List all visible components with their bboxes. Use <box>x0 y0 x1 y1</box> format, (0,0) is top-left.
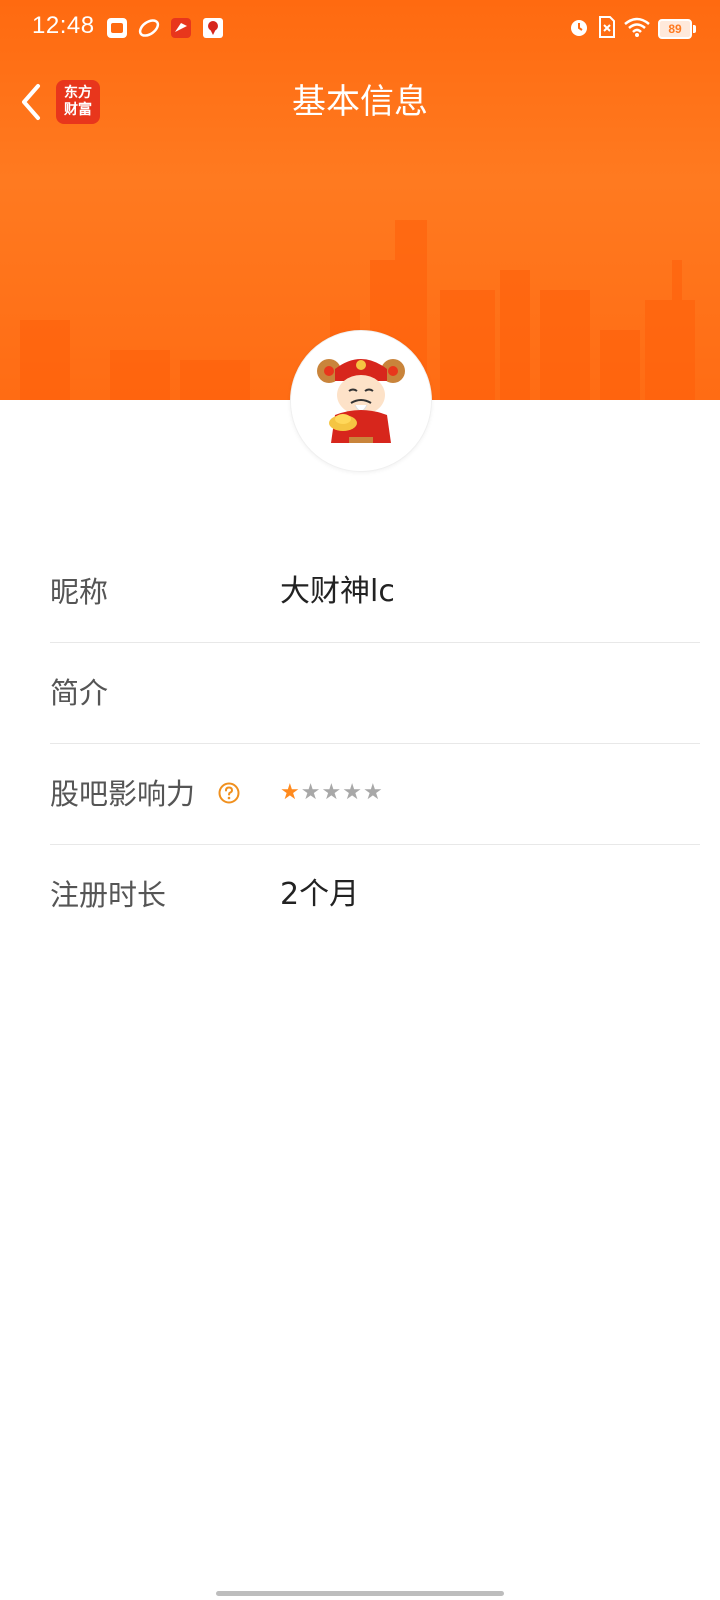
map-pin-icon <box>202 17 224 39</box>
info-list: 昵称 大财神lc 简介 股吧影响力 ★ ★ ★ ★ ★ 注册时长 2个月 <box>50 542 700 945</box>
nickname-value: 大财神lc <box>280 574 395 609</box>
help-icon[interactable] <box>218 782 240 804</box>
influence-label: 股吧影响力 <box>50 777 196 811</box>
registration-value: 2个月 <box>280 877 360 912</box>
page-title: 基本信息 <box>292 82 428 122</box>
battery-icon: 89 <box>658 19 696 39</box>
info-row-intro[interactable]: 简介 <box>50 643 700 744</box>
star-filled-icon: ★ <box>280 780 300 805</box>
notification-icons <box>106 17 224 39</box>
feishu-icon <box>170 17 192 39</box>
star-empty-icon: ★ <box>300 780 321 805</box>
star-empty-icon: ★ <box>342 780 362 805</box>
star-empty-icon: ★ <box>362 780 383 805</box>
influence-star-rating: ★ ★ ★ ★ ★ <box>280 780 383 806</box>
sim-off-icon <box>598 16 616 42</box>
nickname-label: 昵称 <box>50 575 109 609</box>
star-empty-icon: ★ <box>321 780 342 805</box>
system-status-icons: 89 <box>568 16 696 42</box>
wifi-icon <box>624 17 650 41</box>
registration-label: 注册时长 <box>50 878 167 912</box>
cai-shen-avatar-icon <box>291 331 431 471</box>
status-bar: 12:48 89 <box>0 0 720 58</box>
intro-label: 简介 <box>50 676 109 710</box>
avatar[interactable] <box>290 330 432 472</box>
home-indicator[interactable] <box>216 1591 504 1596</box>
alarm-icon <box>568 16 590 42</box>
status-time: 12:48 <box>32 12 95 39</box>
info-row-influence: 股吧影响力 ★ ★ ★ ★ ★ <box>50 744 700 845</box>
info-row-registration: 注册时长 2个月 <box>50 845 700 945</box>
info-row-nickname[interactable]: 昵称 大财神lc <box>50 542 700 643</box>
browser-icon <box>138 17 160 39</box>
xiaohongshu-icon <box>106 17 128 39</box>
navigation-bar: 东方 财富 基本信息 <box>0 70 720 136</box>
